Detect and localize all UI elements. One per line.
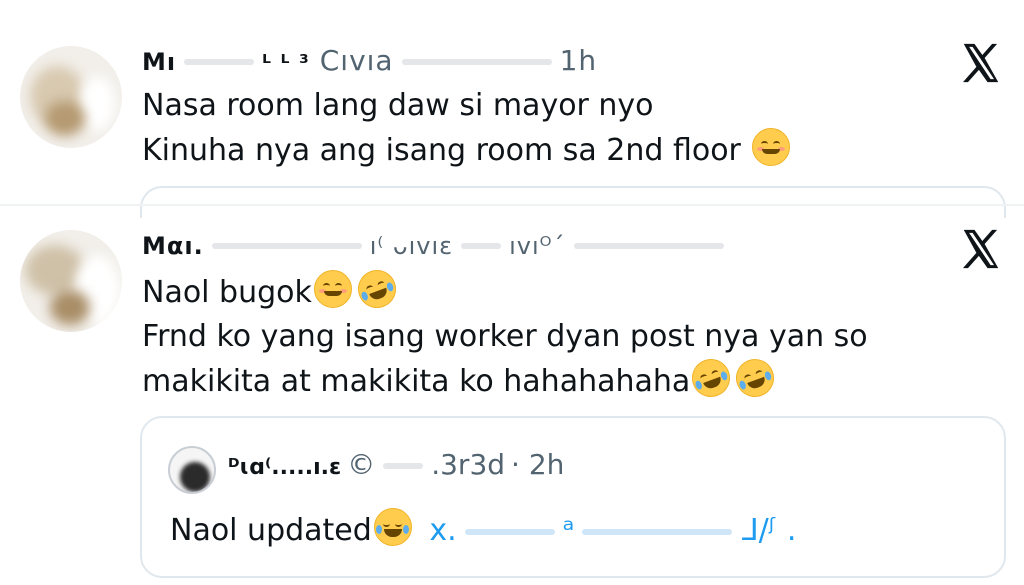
author-name[interactable]: Mαı. [142,232,204,260]
quoted-author-name[interactable]: ᴰɩɑ⁽.....ı.ɛ [228,455,341,480]
quoted-handle[interactable]: .3r3d [431,448,505,481]
avatar[interactable] [20,230,122,332]
smiling-face-emoji-icon [313,270,352,308]
quoted-time[interactable]: · 2h [511,448,564,481]
post-header: Mαı. ı⁽ ᴗıvıɛ ıvıᴼ´ [142,228,732,261]
post-line: makikita at makikita ko hahahahaha [142,353,868,404]
quoted-post-card[interactable]: ᴰɩɑ⁽.....ı.ɛ © .3r3d · 2h Naol updated x. ᵃ ᒧ… [140,416,1006,578]
reply-post[interactable]: Mαı. ı⁽ ᴗıvıɛ ıvıᴼ´ Naol bugok Frnd ko yan… [0,0,1024,403]
post-line: Frnd ko yang isang worker dyan post nya … [142,319,868,354]
rofl-emoji-icon [352,264,402,314]
rofl-emoji-icon [730,353,780,403]
post-body: Naol bugok Frnd ko yang isang worker dya… [142,264,868,404]
x-logo-icon[interactable] [958,226,1004,272]
quoted-avatar[interactable] [168,446,216,494]
quoted-link[interactable]: x. ᵃ ᒧ/ᶴ . [429,513,796,548]
quoted-header: ᴰɩɑ⁽.....ı.ɛ © .3r3d · 2h [228,448,565,481]
rofl-emoji-icon [686,353,736,403]
face-with-tears-of-joy-emoji-icon [373,508,412,546]
quoted-body: Naol updated x. ᵃ ᒧ/ᶴ . [170,508,796,548]
post-line: Naol bugok [142,264,868,315]
